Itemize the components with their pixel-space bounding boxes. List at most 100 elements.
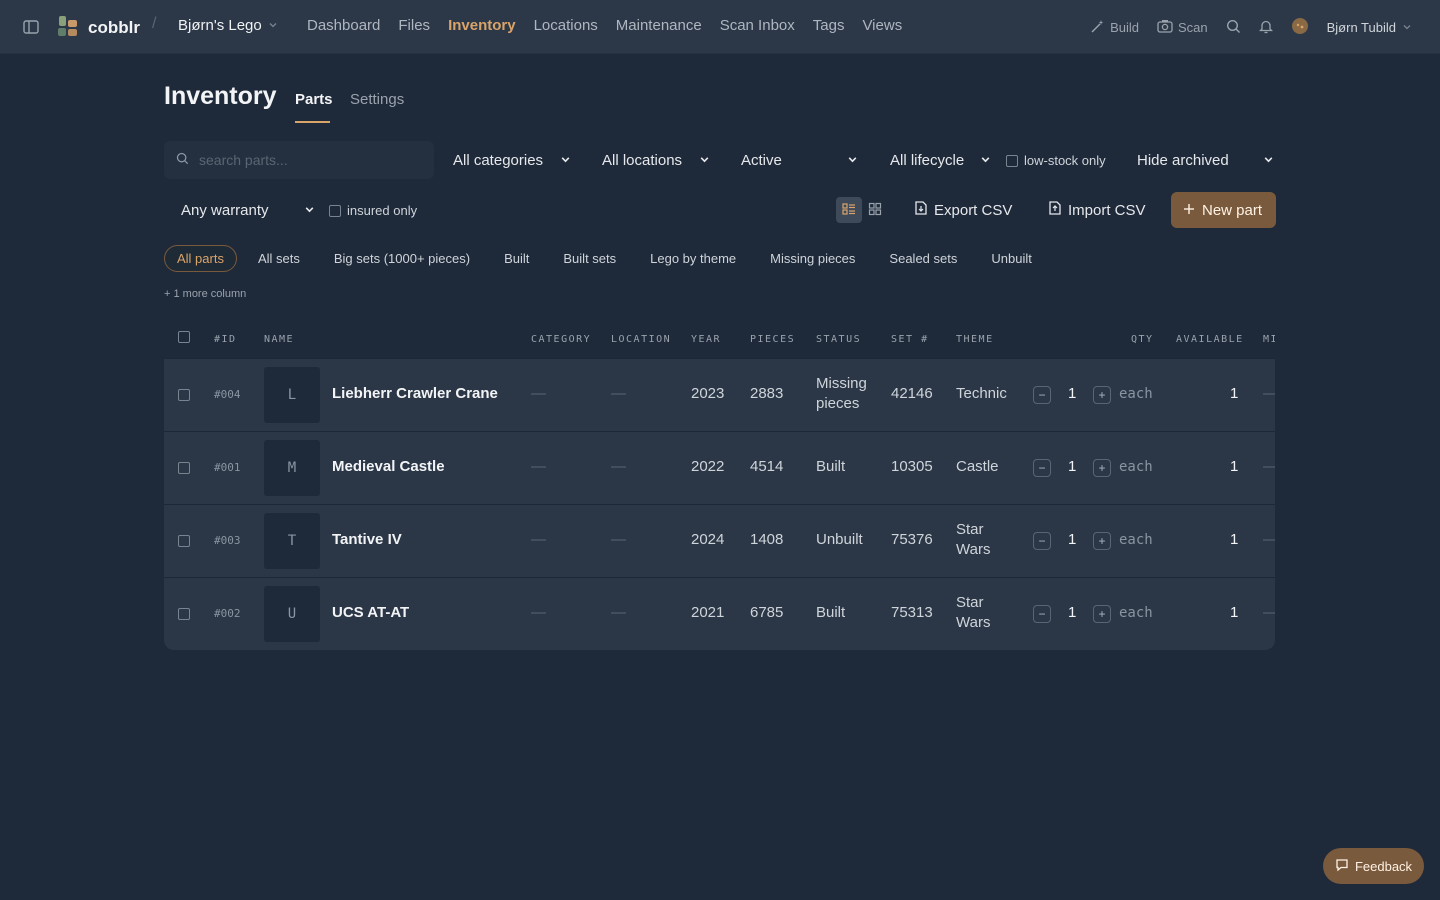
- row-pieces: 6785: [750, 604, 784, 621]
- warranty-select[interactable]: Any warranty: [181, 191, 315, 229]
- header-available[interactable]: AVAILABLE: [1176, 334, 1244, 345]
- search-icon[interactable]: [1226, 19, 1241, 37]
- table-header: #ID NAME CATEGORY LOCATION YEAR PIECES S…: [164, 322, 1275, 358]
- view-mode-toggle: [836, 197, 888, 223]
- row-status-line2: pieces: [816, 395, 860, 412]
- view-chip-big-sets[interactable]: Big sets (1000+ pieces): [321, 245, 483, 272]
- tab-parts[interactable]: Parts: [295, 91, 333, 108]
- nav-item-locations[interactable]: Locations: [534, 17, 598, 34]
- low-stock-toggle[interactable]: low-stock only: [1006, 153, 1106, 168]
- row-qty[interactable]: 1: [1068, 604, 1076, 621]
- new-part-button[interactable]: New part: [1171, 192, 1276, 228]
- header-theme[interactable]: THEME: [956, 334, 994, 345]
- view-chip-missing-pieces[interactable]: Missing pieces: [757, 245, 868, 272]
- archived-select[interactable]: Hide archived: [1137, 141, 1274, 179]
- row-set-number: 10305: [891, 458, 933, 475]
- tab-settings[interactable]: Settings: [350, 91, 404, 108]
- qty-increment-button[interactable]: +: [1093, 386, 1111, 404]
- nav-item-files[interactable]: Files: [398, 17, 430, 34]
- view-chip-built[interactable]: Built: [491, 245, 542, 272]
- scan-button[interactable]: Scan: [1157, 19, 1208, 36]
- row-qty[interactable]: 1: [1068, 385, 1076, 402]
- list-view-button[interactable]: [836, 197, 862, 223]
- nav-item-views[interactable]: Views: [862, 17, 902, 34]
- qty-increment-button[interactable]: +: [1093, 605, 1111, 623]
- build-button[interactable]: Build: [1090, 19, 1139, 37]
- nav-item-maintenance[interactable]: Maintenance: [616, 17, 702, 34]
- row-status-line1: Unbuilt: [816, 531, 863, 548]
- row-checkbox[interactable]: [178, 608, 190, 620]
- header-status[interactable]: STATUS: [816, 334, 861, 345]
- location-select-value: All locations: [602, 151, 683, 169]
- header-category[interactable]: CATEGORY: [531, 334, 591, 345]
- location-select[interactable]: All locations: [602, 141, 710, 179]
- qty-decrement-button[interactable]: −: [1033, 386, 1051, 404]
- select-all-checkbox[interactable]: [178, 331, 190, 343]
- feedback-button[interactable]: Feedback: [1323, 848, 1424, 884]
- low-stock-checkbox[interactable]: [1006, 154, 1018, 167]
- row-checkbox[interactable]: [178, 535, 190, 547]
- table-row[interactable]: #001 M Medieval Castle — — 2022 4514 Bui…: [164, 431, 1275, 504]
- search-input[interactable]: [199, 152, 419, 168]
- category-select[interactable]: All categories: [453, 141, 571, 179]
- grid-view-button[interactable]: [862, 197, 888, 223]
- row-pieces: 1408: [750, 531, 784, 548]
- row-name[interactable]: Medieval Castle: [332, 458, 445, 475]
- row-qty[interactable]: 1: [1068, 458, 1076, 475]
- qty-increment-button[interactable]: +: [1093, 532, 1111, 550]
- nav-item-inventory[interactable]: Inventory: [448, 17, 516, 34]
- qty-decrement-button[interactable]: −: [1033, 605, 1051, 623]
- nav-item-dashboard[interactable]: Dashboard: [307, 17, 380, 34]
- row-checkbox[interactable]: [178, 389, 190, 401]
- header-mi[interactable]: MI: [1263, 334, 1275, 345]
- qty-decrement-button[interactable]: −: [1033, 532, 1051, 550]
- camera-icon: [1157, 19, 1173, 36]
- export-csv-button[interactable]: Export CSV: [903, 192, 1024, 228]
- header-qty[interactable]: QTY: [1131, 334, 1154, 345]
- insured-checkbox[interactable]: [329, 204, 341, 217]
- header-location[interactable]: LOCATION: [611, 334, 671, 345]
- table-row[interactable]: #004 L Liebherr Crawler Crane — — 2023 2…: [164, 358, 1275, 431]
- workspace-switcher[interactable]: Bjørn's Lego: [178, 17, 278, 34]
- view-chip-all-parts[interactable]: All parts: [164, 245, 237, 272]
- nav-item-tags[interactable]: Tags: [813, 17, 845, 34]
- sidebar-toggle-icon[interactable]: [22, 18, 40, 36]
- header-year[interactable]: YEAR: [691, 334, 721, 345]
- import-csv-button[interactable]: Import CSV: [1037, 192, 1158, 228]
- top-actions: Build Scan Bjørn Tubild: [1090, 17, 1412, 38]
- header-pieces[interactable]: PIECES: [750, 334, 795, 345]
- row-category: —: [531, 458, 546, 475]
- row-name[interactable]: Liebherr Crawler Crane: [332, 385, 498, 402]
- workspace-name: Bjørn's Lego: [178, 17, 262, 34]
- table-row[interactable]: #002 U UCS AT-AT — — 2021 6785 Built 753…: [164, 577, 1275, 650]
- view-chip-sealed-sets[interactable]: Sealed sets: [876, 245, 970, 272]
- qty-increment-button[interactable]: +: [1093, 459, 1111, 477]
- table-row[interactable]: #003 T Tantive IV — — 2024 1408 Unbuilt …: [164, 504, 1275, 577]
- brand[interactable]: cobblr: [56, 14, 140, 41]
- row-qty[interactable]: 1: [1068, 531, 1076, 548]
- more-columns-link[interactable]: + 1 more column: [164, 288, 246, 300]
- view-chip-all-sets[interactable]: All sets: [245, 245, 313, 272]
- header-set-number[interactable]: SET #: [891, 334, 929, 345]
- header-id[interactable]: #ID: [214, 334, 237, 345]
- row-available: 1: [1230, 385, 1239, 402]
- row-location: —: [611, 604, 626, 621]
- new-part-label: New part: [1202, 201, 1263, 219]
- lifecycle-select[interactable]: All lifecycle: [890, 141, 991, 179]
- qty-decrement-button[interactable]: −: [1033, 459, 1051, 477]
- status-select[interactable]: Active: [741, 141, 858, 179]
- insured-toggle[interactable]: insured only: [329, 203, 417, 218]
- nav-item-scan-inbox[interactable]: Scan Inbox: [720, 17, 795, 34]
- chevron-down-icon: [847, 152, 858, 169]
- row-checkbox[interactable]: [178, 462, 190, 474]
- insured-label: insured only: [347, 203, 418, 218]
- row-available: 1: [1230, 531, 1239, 548]
- row-name[interactable]: UCS AT-AT: [332, 604, 409, 621]
- user-menu[interactable]: Bjørn Tubild: [1291, 17, 1412, 38]
- bell-icon[interactable]: [1258, 19, 1273, 37]
- view-chip-built-sets[interactable]: Built sets: [550, 245, 629, 272]
- header-name[interactable]: NAME: [264, 334, 294, 345]
- view-chip-unbuilt[interactable]: Unbuilt: [978, 245, 1044, 272]
- view-chip-lego-by-theme[interactable]: Lego by theme: [637, 245, 749, 272]
- row-name[interactable]: Tantive IV: [332, 531, 402, 548]
